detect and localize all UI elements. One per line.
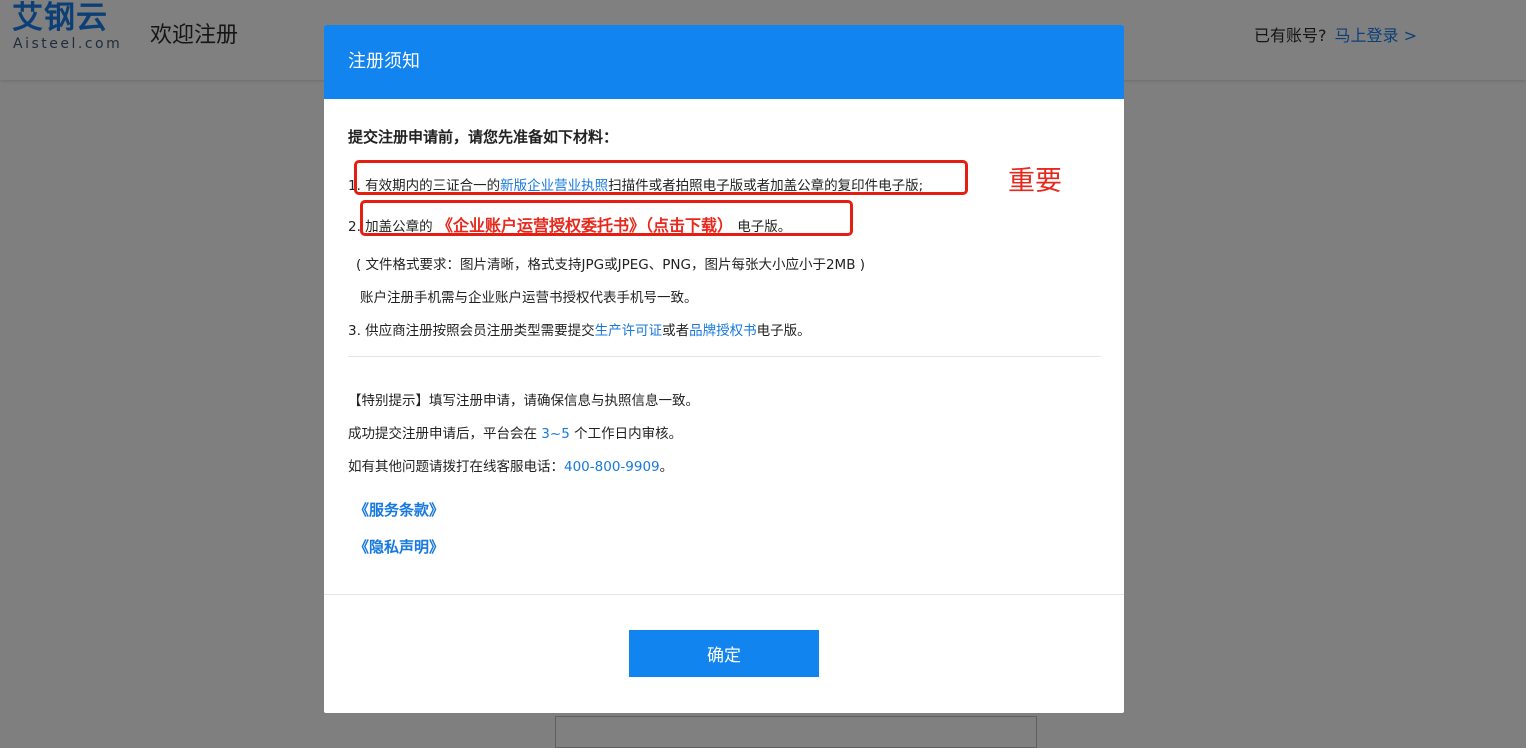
section-divider: [348, 356, 1101, 357]
logo-text-en: Aisteel.com: [13, 36, 123, 52]
footer-divider: [324, 594, 1124, 595]
tip2-prefix: 成功提交注册申请后，平台会在: [348, 426, 542, 442]
brand-authorization-link[interactable]: 品牌授权书: [689, 323, 757, 339]
hotline-tip: 如有其他问题请拨打在线客服电话：400-800-9909。: [348, 455, 673, 475]
background-form-field: [555, 716, 1037, 748]
production-license-link[interactable]: 生产许可证: [595, 323, 663, 339]
item3-prefix: 3. 供应商注册按照会员注册类型需要提交: [348, 323, 595, 339]
login-area: 已有账号? 马上登录 >: [1254, 22, 1417, 46]
requirement-item-3: 3. 供应商注册按照会员注册类型需要提交生产许可证或者品牌授权书电子版。: [348, 319, 811, 339]
confirm-button[interactable]: 确定: [629, 630, 819, 677]
format-requirement-note: ( 文件格式要求：图片清晰，格式支持JPG或JPEG、PNG，图片每张大小应小于…: [356, 257, 866, 273]
aisteel-logo[interactable]: 艾钢云 Aisteel.com: [12, 0, 122, 52]
intro-text: 提交注册申请前，请您先准备如下材料：: [348, 128, 619, 146]
tip3-suffix: 。: [659, 459, 674, 475]
review-time-tip: 成功提交注册申请后，平台会在 3~5 个工作日内审核。: [348, 422, 682, 442]
authorization-letter-download-link[interactable]: 《企业账户运营授权委托书》（点击下载）: [437, 216, 733, 235]
phone-requirement-note: 账户注册手机需与企业账户运营书授权代表手机号一致。: [360, 290, 698, 306]
login-link[interactable]: 马上登录 >: [1335, 26, 1418, 45]
welcome-title: 欢迎注册: [150, 23, 239, 48]
item3-middle: 或者: [662, 323, 690, 339]
tip2-suffix: 个工作日内审核。: [569, 426, 683, 442]
item3-suffix: 电子版。: [756, 323, 811, 339]
tip3-prefix: 如有其他问题请拨打在线客服电话：: [348, 459, 564, 475]
business-license-link[interactable]: 新版企业营业执照: [500, 178, 608, 194]
privacy-policy-link[interactable]: 《隐私声明》: [354, 536, 444, 557]
special-tip: 【特别提示】填写注册申请，请确保信息与执照信息一致。: [348, 393, 699, 409]
modal-title: 注册须知: [324, 25, 1124, 99]
item1-suffix: 扫描件或者拍照电子版或者加盖公章的复印件电子版;: [608, 178, 924, 194]
item2-prefix: 2. 加盖公章的: [348, 219, 433, 235]
requirement-item-2: 2. 加盖公章的 《企业账户运营授权委托书》（点击下载） 电子版。: [348, 212, 791, 236]
hotline-phone: 400-800-9909: [564, 459, 660, 475]
requirement-item-1: 1. 有效期内的三证合一的新版企业营业执照扫描件或者拍照电子版或者加盖公章的复印…: [348, 174, 923, 194]
important-annotation: 重要: [1008, 166, 1062, 197]
logo-text-cn: 艾钢云: [12, 0, 108, 36]
has-account-label: 已有账号?: [1254, 26, 1327, 45]
review-days: 3~5: [541, 426, 570, 442]
item1-prefix: 1. 有效期内的三证合一的: [348, 178, 501, 194]
item2-suffix: 电子版。: [737, 219, 792, 235]
terms-of-service-link[interactable]: 《服务条款》: [354, 499, 444, 520]
registration-notice-modal: 注册须知 提交注册申请前，请您先准备如下材料： 1. 有效期内的三证合一的新版企…: [324, 25, 1124, 713]
